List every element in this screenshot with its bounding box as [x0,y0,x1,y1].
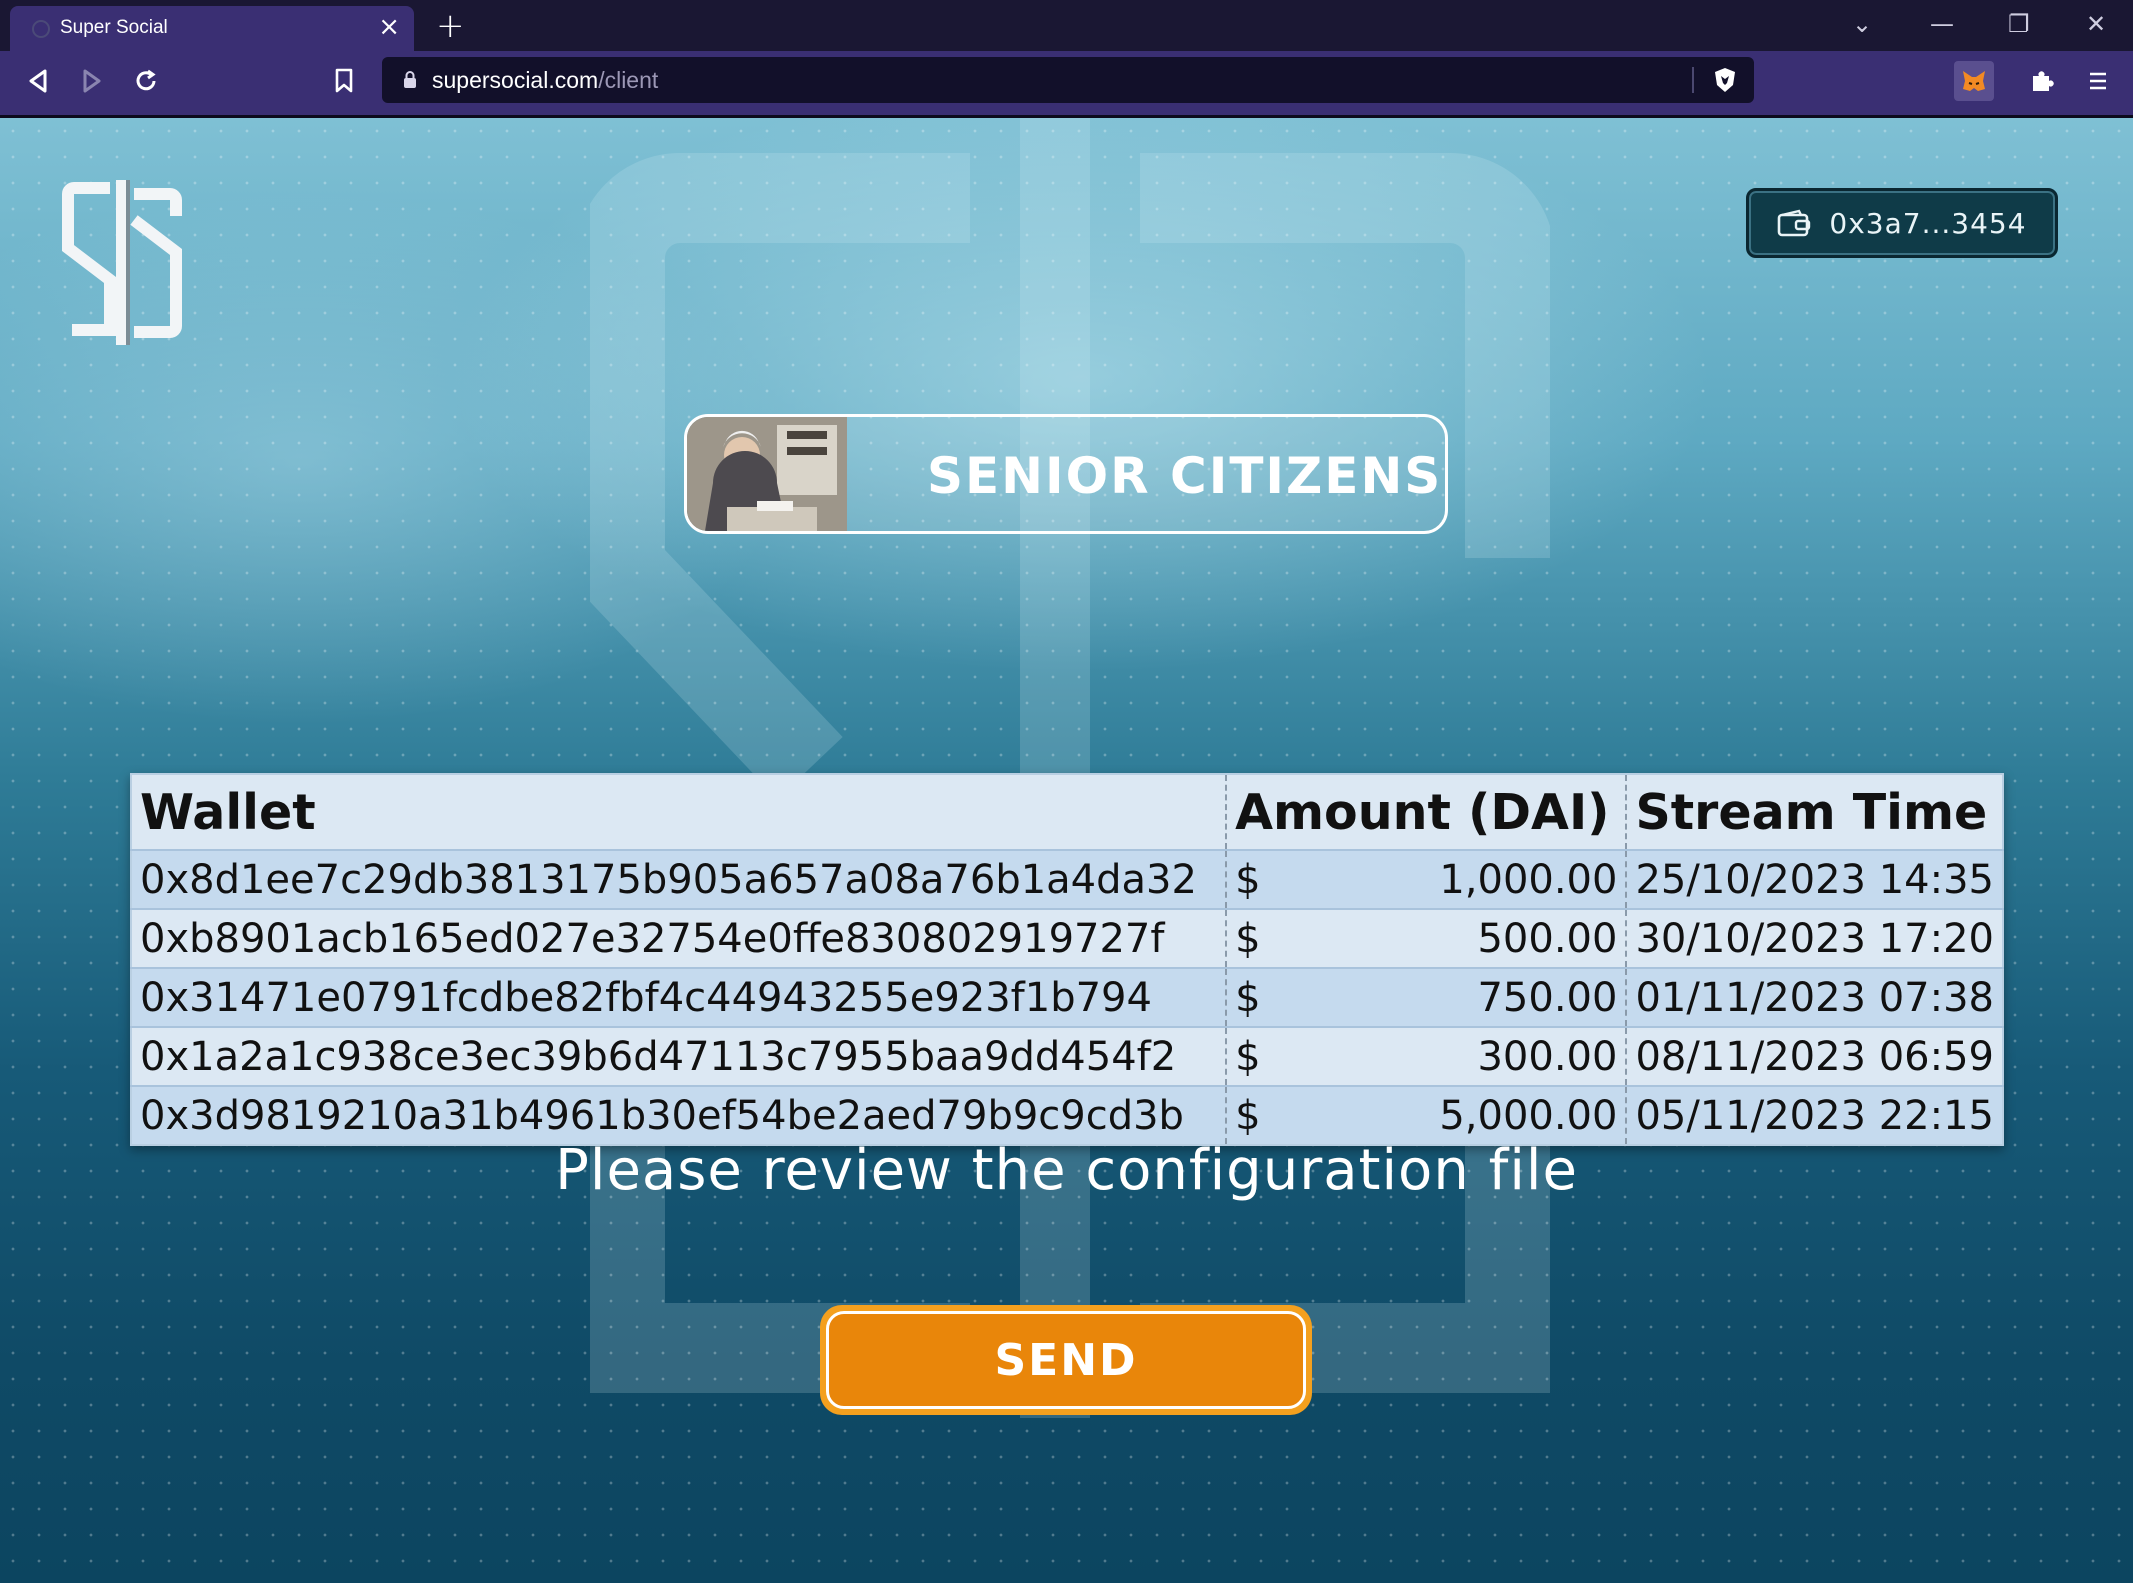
new-tab-icon[interactable]: + [436,6,465,46]
stream-time-cell: 30/10/2023 17:20 [1625,908,2003,968]
category-label: SENIOR CITIZENS [927,447,1443,505]
stream-time-cell: 01/11/2023 07:38 [1625,967,2003,1027]
wallet-icon [1778,209,1811,237]
bookmark-button[interactable] [324,61,364,101]
forward-icon [83,69,101,93]
supersocial-logo[interactable] [62,180,182,345]
tab-list-chevron-down-icon[interactable]: ⌄ [1852,8,1872,40]
table-header-row: Wallet Amount (DAI) Stream Time [131,774,2003,850]
browser-tab-bar: Super Social × + ⌄ — ❐ ✕ [0,0,2133,51]
wallet-address: 0x3a7...3454 [1829,206,2027,240]
wallet-cell: 0x31471e0791fcdbe82fbf4c44943255e923f1b7… [131,967,1227,1027]
photo-illustration [687,417,847,531]
payment-stream-table: Wallet Amount (DAI) Stream Time 0x8d1ee7… [130,773,2004,1146]
currency-symbol: $ [1235,915,1261,962]
hamburger-menu-icon [2090,72,2106,90]
forward-button[interactable] [72,61,112,101]
stream-time-cell: 08/11/2023 06:59 [1625,1026,2003,1086]
table-row[interactable]: 0x1a2a1c938ce3ec39b6d47113c7955baa9dd454… [131,1026,2003,1086]
table-row[interactable]: 0x3d9819210a31b4961b30ef54be2aed79b9c9cd… [131,1085,2003,1145]
stream-time-cell: 25/10/2023 14:35 [1625,849,2003,909]
close-window-icon[interactable]: ✕ [2086,8,2106,40]
metamask-extension-button[interactable] [1954,61,1994,101]
back-button[interactable] [18,61,58,101]
amount-value: 1,000.00 [1439,856,1618,903]
wallet-cell: 0x3d9819210a31b4961b30ef54be2aed79b9c9cd… [131,1085,1227,1145]
page-content: 0x3a7...3454 SENIOR CITIZENS Wallet Amou… [0,118,2133,1583]
tab-close-icon[interactable]: × [378,12,400,42]
extensions-button[interactable] [2022,61,2062,101]
currency-symbol: $ [1235,974,1261,1021]
reload-icon [136,69,156,91]
amount-cell: $750.00 [1225,967,1627,1027]
fox-icon [1963,71,1985,91]
column-header-stream-time: Stream Time [1625,774,2003,850]
amount-cell: $1,000.00 [1225,849,1627,909]
currency-symbol: $ [1235,856,1261,903]
reload-button[interactable] [126,61,166,101]
minimize-icon[interactable]: — [1930,8,1954,40]
currency-symbol: $ [1235,1033,1261,1080]
puzzle-icon [2033,71,2054,91]
column-header-amount: Amount (DAI) [1225,774,1627,850]
currency-symbol: $ [1235,1092,1261,1139]
table-row[interactable]: 0x8d1ee7c29db3813175b905a657a08a76b1a4da… [131,849,2003,909]
site-favicon-icon [32,20,50,38]
amount-cell: $300.00 [1225,1026,1627,1086]
table-row[interactable]: 0xb8901acb165ed027e32754e0ffe83080291972… [131,908,2003,968]
wallet-cell: 0xb8901acb165ed027e32754e0ffe83080291972… [131,908,1227,968]
amount-value: 300.00 [1477,1033,1618,1080]
amount-value: 500.00 [1477,915,1618,962]
amount-cell: $5,000.00 [1225,1085,1627,1145]
send-button-label: SEND [826,1311,1306,1409]
table-row[interactable]: 0x31471e0791fcdbe82fbf4c44943255e923f1b7… [131,967,2003,1027]
url-text: supersocial.com/client [432,67,658,94]
address-bar-divider [1692,67,1694,93]
lock-icon [404,71,416,88]
amount-cell: $500.00 [1225,908,1627,968]
browser-toolbar: supersocial.com/client [0,51,2133,118]
restore-icon[interactable]: ❐ [2008,8,2030,40]
bookmark-icon [335,68,353,93]
send-button[interactable]: SEND [820,1305,1312,1415]
amount-value: 750.00 [1477,974,1618,1021]
menu-button[interactable] [2078,61,2118,101]
category-banner: SENIOR CITIZENS [684,414,1448,534]
review-message: Please review the configuration file [555,1138,1578,1203]
stream-time-cell: 05/11/2023 22:15 [1625,1085,2003,1145]
tab-title: Super Social [60,17,168,38]
brave-shield-icon[interactable] [1712,66,1738,94]
back-icon [29,69,47,93]
amount-value: 5,000.00 [1439,1092,1618,1139]
wallet-cell: 0x1a2a1c938ce3ec39b6d47113c7955baa9dd454… [131,1026,1227,1086]
wallet-cell: 0x8d1ee7c29db3813175b905a657a08a76b1a4da… [131,849,1227,909]
wallet-connect-button[interactable]: 0x3a7...3454 [1746,188,2058,258]
address-bar[interactable]: supersocial.com/client [382,57,1754,103]
url-host: supersocial.com [432,67,599,93]
url-path: /client [598,67,659,93]
column-header-wallet: Wallet [131,774,1227,850]
browser-tab[interactable]: Super Social × [10,6,414,51]
senior-citizen-photo [687,417,847,531]
background-logo-watermark [590,118,1550,1418]
